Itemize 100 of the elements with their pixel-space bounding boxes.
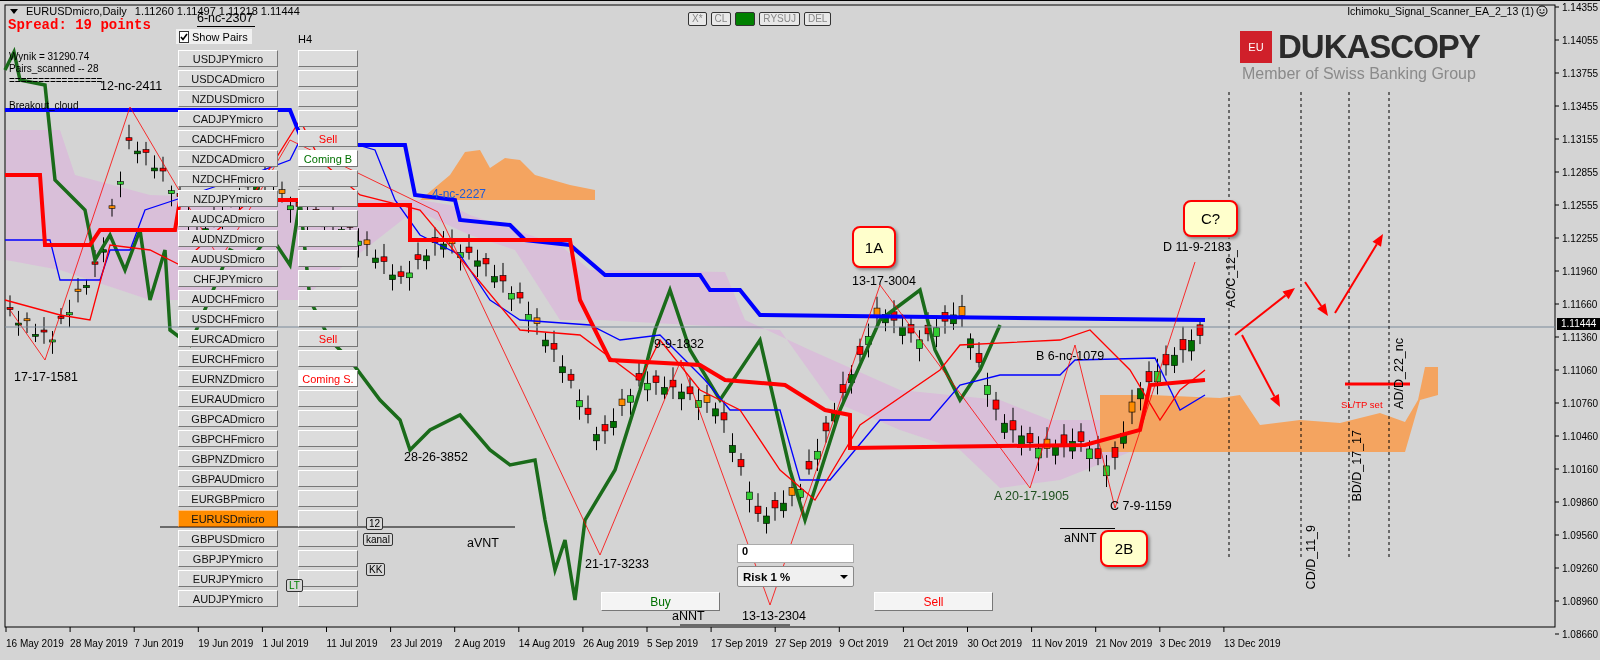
signal-button[interactable] xyxy=(298,190,358,207)
price-tick-label: 1.11660 xyxy=(1562,299,1598,311)
tool-button[interactable]: 12 xyxy=(366,517,384,530)
callout: 2B xyxy=(1100,530,1148,567)
date-tick-label: 23 Jul 2019 xyxy=(390,638,443,649)
pair-button[interactable]: EURNZDmicro xyxy=(178,370,278,387)
pair-button[interactable]: NZDCADmicro xyxy=(178,150,278,167)
signal-button[interactable]: Coming S. xyxy=(298,370,358,387)
date-tick-label: 9 Oct 2019 xyxy=(839,638,889,649)
price-tick-label: 1.14355 xyxy=(1562,2,1599,14)
price-tick-label: 1.12555 xyxy=(1562,200,1599,212)
chart-label: 12-nc-2411 xyxy=(100,79,163,93)
signal-button[interactable] xyxy=(298,250,358,267)
pair-button[interactable]: USDJPYmicro xyxy=(178,50,278,67)
signal-button[interactable] xyxy=(298,70,358,87)
signal-button[interactable] xyxy=(298,110,358,127)
show-pairs-checkbox[interactable]: Show Pairs xyxy=(176,29,252,44)
signal-button[interactable] xyxy=(298,490,358,507)
pair-button[interactable]: GBPCHFmicro xyxy=(178,430,278,447)
pair-button[interactable]: CHFJPYmicro xyxy=(178,270,278,287)
pair-button[interactable]: CADJPYmicro xyxy=(178,110,278,127)
logo-badge: EU xyxy=(1240,31,1272,63)
pair-button[interactable]: GBPUSDmicro xyxy=(178,530,278,547)
date-tick-label: 1 Jul 2019 xyxy=(262,638,309,649)
pair-button[interactable]: GBPNZDmicro xyxy=(178,450,278,467)
pair-button[interactable]: AUDCADmicro xyxy=(178,210,278,227)
buy-button[interactable]: Buy xyxy=(601,592,720,611)
pair-button[interactable]: GBPCADmicro xyxy=(178,410,278,427)
signal-button[interactable] xyxy=(298,270,358,287)
signal-button[interactable] xyxy=(298,290,358,307)
color-swatch[interactable] xyxy=(735,12,756,26)
signal-button[interactable] xyxy=(298,50,358,67)
signal-button[interactable] xyxy=(298,350,358,367)
signal-button[interactable] xyxy=(298,170,358,187)
price-tick-label: 1.12255 xyxy=(1562,233,1599,245)
signal-button[interactable] xyxy=(298,450,358,467)
signal-button[interactable] xyxy=(298,210,358,227)
date-tick-label: 13 Dec 2019 xyxy=(1223,638,1281,649)
signal-button[interactable] xyxy=(298,530,358,547)
pair-button[interactable]: EURAUDmicro xyxy=(178,390,278,407)
signal-button[interactable] xyxy=(298,590,358,607)
date-tick-label: 17 Sep 2019 xyxy=(711,638,768,649)
signal-button[interactable]: Coming B xyxy=(298,150,358,167)
chart-label: B 6-nc-1079 xyxy=(1036,349,1105,363)
pair-button[interactable]: AUDCHFmicro xyxy=(178,290,278,307)
tool-button[interactable]: kanal xyxy=(363,533,393,546)
pair-button[interactable]: USDCADmicro xyxy=(178,70,278,87)
chart-label: aVNT xyxy=(467,536,499,550)
signal-button[interactable] xyxy=(298,510,358,527)
signal-button[interactable] xyxy=(298,90,358,107)
risk-dropdown[interactable]: Risk 1 % xyxy=(737,566,854,587)
pair-button[interactable]: AUDNZDmicro xyxy=(178,230,278,247)
pair-button[interactable]: EURGBPmicro xyxy=(178,490,278,507)
price-tick-label: 1.08960 xyxy=(1562,596,1599,608)
tool-button[interactable]: KK xyxy=(366,563,386,576)
callout: C? xyxy=(1183,200,1238,237)
sell-button[interactable]: Sell xyxy=(874,592,993,611)
signal-button[interactable] xyxy=(298,410,358,427)
date-tick-label: 30 Oct 2019 xyxy=(967,638,1022,649)
pair-button[interactable]: GBPAUDmicro xyxy=(178,470,278,487)
chart-label: 17-17-1581 xyxy=(14,370,78,384)
tool-button[interactable]: LT xyxy=(286,579,303,592)
checkmark-icon[interactable] xyxy=(180,32,188,41)
smiley-icon[interactable] xyxy=(1536,5,1548,17)
chart-label: aNNT xyxy=(1064,531,1097,545)
price-tick-label: 1.09860 xyxy=(1562,497,1599,509)
vertical-line-label: AD/D_22_nc xyxy=(1392,338,1406,409)
price-tick-label: 1.11960 xyxy=(1562,266,1598,278)
pair-button[interactable]: AUDJPYmicro xyxy=(178,590,278,607)
pair-button[interactable]: AUDUSDmicro xyxy=(178,250,278,267)
date-tick-label: 2 Aug 2019 xyxy=(454,638,506,649)
pair-button[interactable]: NZDUSDmicro xyxy=(178,90,278,107)
price-tick-label: 1.13155 xyxy=(1562,134,1599,146)
date-tick-label: 5 Sep 2019 xyxy=(647,638,699,649)
pair-button[interactable]: GBPJPYmicro xyxy=(178,550,278,567)
date-tick-label: 27 Sep 2019 xyxy=(775,638,832,649)
price-tick-label: 1.11360 xyxy=(1562,332,1598,344)
chart-label: A 20-17-1905 xyxy=(994,489,1070,503)
pair-button[interactable]: EURCHFmicro xyxy=(178,350,278,367)
date-tick-label: 21 Oct 2019 xyxy=(903,638,958,649)
dropdown-icon[interactable] xyxy=(10,8,18,14)
pair-button[interactable]: CADCHFmicro xyxy=(178,130,278,147)
signal-button[interactable] xyxy=(298,230,358,247)
pair-button[interactable]: EURUSDmicro xyxy=(178,510,278,527)
signal-button[interactable] xyxy=(298,570,358,587)
logo-tagline: Member of Swiss Banking Group xyxy=(1241,65,1477,83)
signal-button[interactable] xyxy=(298,310,358,327)
pair-button[interactable]: EURCADmicro xyxy=(178,330,278,347)
signal-button[interactable] xyxy=(298,470,358,487)
signal-button[interactable] xyxy=(298,550,358,567)
signal-button[interactable] xyxy=(298,390,358,407)
vertical-line-label: BD/D_17_17 xyxy=(1350,430,1364,502)
pair-button[interactable]: USDCHFmicro xyxy=(178,310,278,327)
signal-button[interactable] xyxy=(298,430,358,447)
pair-button[interactable]: NZDJPYmicro xyxy=(178,190,278,207)
chart-label: C 7-9-1159 xyxy=(1110,499,1172,513)
pair-button[interactable]: NZDCHFmicro xyxy=(178,170,278,187)
pair-button[interactable]: EURJPYmicro xyxy=(178,570,278,587)
lots-field[interactable]: 0 xyxy=(737,544,854,563)
level-line xyxy=(1059,528,1116,529)
